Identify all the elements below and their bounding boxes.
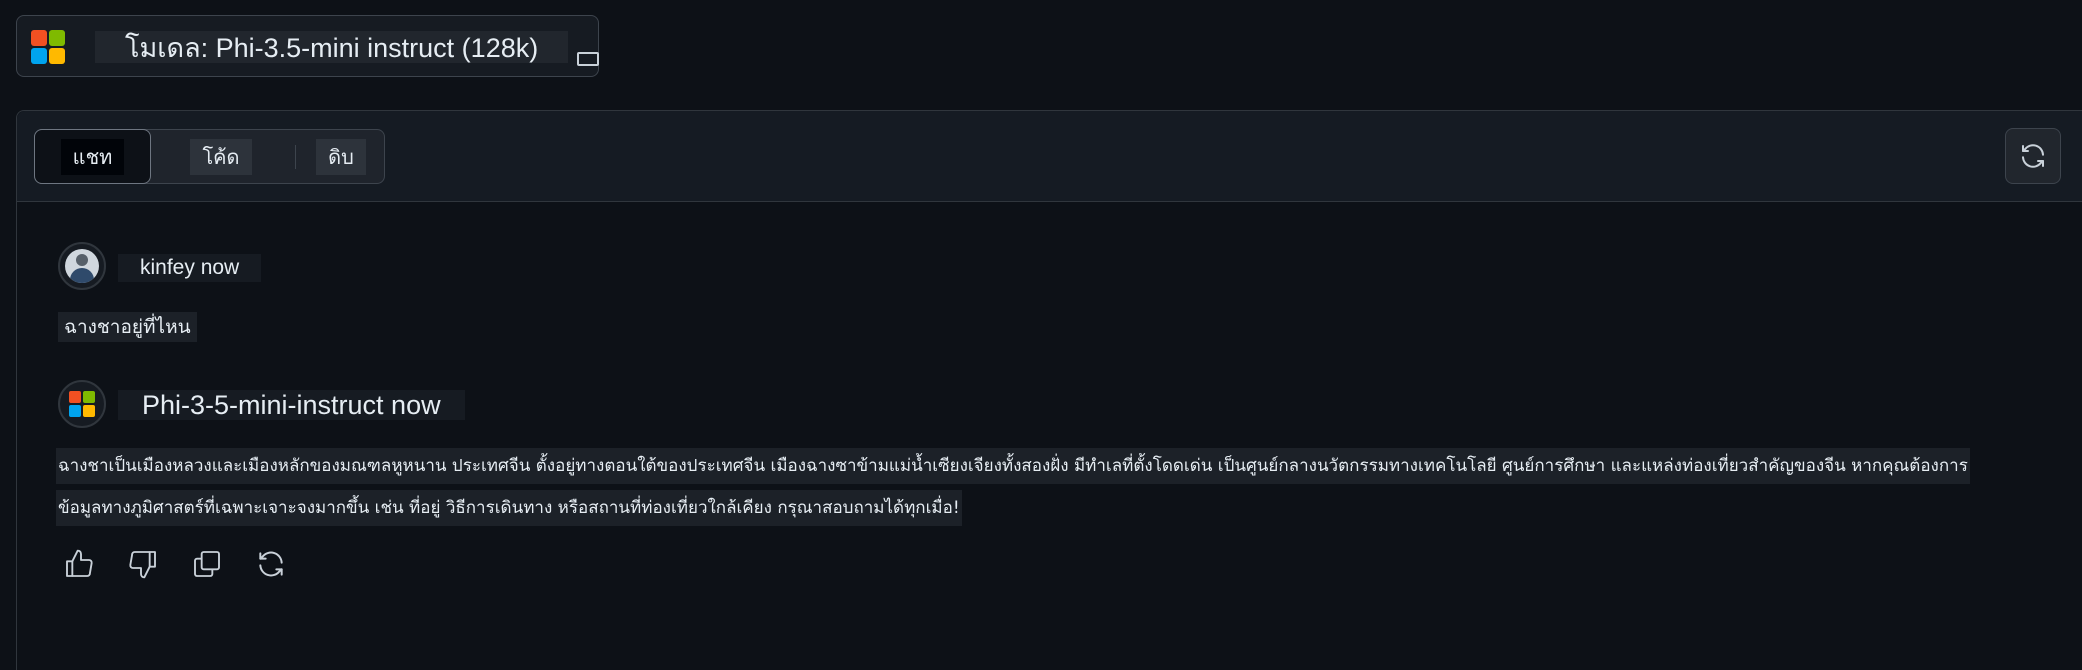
panel-toolbar: แชท โค้ด ดิบ xyxy=(17,111,2082,202)
model-name-label: โมเดล: Phi-3.5-mini instruct (128k) xyxy=(95,31,569,63)
tab-chat[interactable]: แชท xyxy=(34,129,151,184)
copy-icon xyxy=(194,551,220,577)
assistant-message-line: ข้อมูลทางภูมิศาสตร์ที่เฉพาะเจาะจงมากขึ้น… xyxy=(56,490,962,526)
user-photo-icon xyxy=(65,249,99,283)
refresh-icon xyxy=(2022,144,2044,168)
tab-divider xyxy=(295,145,296,169)
microsoft-logo-icon xyxy=(69,391,95,417)
message-actions xyxy=(63,548,287,580)
model-selector[interactable]: โมเดล: Phi-3.5-mini instruct (128k) xyxy=(16,15,599,77)
thumbs-down-icon xyxy=(129,551,156,579)
tab-code[interactable]: โค้ด xyxy=(153,130,289,183)
view-tabs: แชท โค้ด ดิบ xyxy=(34,129,385,184)
microsoft-logo-icon xyxy=(29,28,67,66)
window-icon[interactable] xyxy=(577,52,599,66)
thumbs-down-button[interactable] xyxy=(127,548,159,580)
tab-raw[interactable]: ดิบ xyxy=(299,130,383,183)
assistant-message-line: ฉางชาเป็นเมืองหลวงและเมืองหลักของมณฑลหูห… xyxy=(56,448,1970,484)
assistant-avatar[interactable] xyxy=(58,380,106,428)
user-avatar[interactable] xyxy=(58,242,106,290)
thumbs-up-button[interactable] xyxy=(63,548,95,580)
refresh-button[interactable] xyxy=(2005,128,2061,184)
message-author: kinfey now xyxy=(118,254,262,282)
message-author: Phi-3-5-mini-instruct now xyxy=(118,390,465,420)
user-message-text: ฉางชาอยู่ที่ไหน xyxy=(58,312,197,342)
regenerate-icon xyxy=(259,551,283,577)
copy-button[interactable] xyxy=(191,548,223,580)
regenerate-button[interactable] xyxy=(255,548,287,580)
thumbs-up-icon xyxy=(66,549,93,577)
